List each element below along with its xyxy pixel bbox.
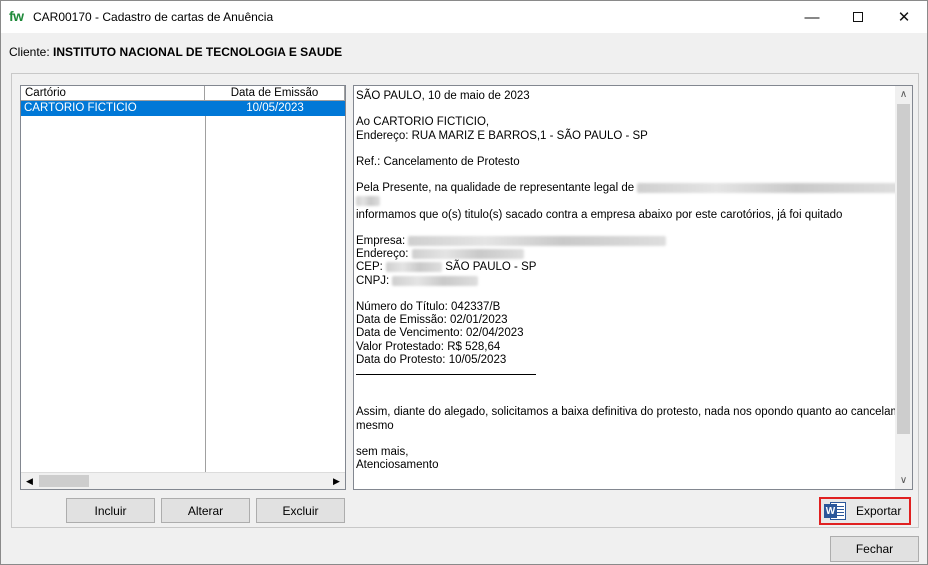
letter-reference: Ref.: Cancelamento de Protesto <box>356 155 520 168</box>
letter-presente-continued <box>356 196 896 209</box>
client-label: Cliente: <box>9 45 50 59</box>
word-icon: W <box>824 502 846 520</box>
close-button[interactable]: ✕ <box>881 1 927 33</box>
minimize-icon: — <box>804 8 820 26</box>
letter-endereco: Endereço: <box>356 248 896 261</box>
endereco-label: Endereço: <box>356 248 409 261</box>
letter-empresa: Empresa: <box>356 235 896 248</box>
letter-body: SÃO PAULO, 10 de maio de 2023 Ao CARTORI… <box>356 90 913 472</box>
app-logo-icon: fw <box>9 8 24 24</box>
letter-data-vencimento: Data de Vencimento: 02/04/2023 <box>356 327 524 340</box>
separator-line <box>356 367 536 375</box>
client-info: Cliente: INSTITUTO NACIONAL DE TECNOLOGI… <box>9 45 342 59</box>
client-name: INSTITUTO NACIONAL DE TECNOLOGIA E SAUDE <box>53 45 343 59</box>
cell-data-emissao: 10/05/2023 <box>246 102 304 114</box>
redacted-endereco <box>411 249 524 260</box>
exportar-label: Exportar <box>856 504 902 518</box>
letter-textarea[interactable]: SÃO PAULO, 10 de maio de 2023 Ao CARTORI… <box>353 85 913 490</box>
scroll-left-button[interactable]: ◀ <box>21 473 38 489</box>
maximize-button[interactable] <box>835 1 881 33</box>
fechar-button[interactable]: Fechar <box>830 536 919 562</box>
letter-valor-protestado: Valor Protestado: R$ 528,64 <box>356 340 501 353</box>
cep-label: CEP: <box>356 261 383 274</box>
column-header-cartorio[interactable]: Cartório <box>21 86 205 101</box>
close-icon: ✕ <box>897 9 911 26</box>
empresa-label: Empresa: <box>356 235 406 248</box>
letter-recipient-address: Endereço: RUA MARIZ E BARROS,1 - SÃO PAU… <box>356 129 648 142</box>
cep-city: SÃO PAULO - SP <box>445 261 537 274</box>
title-bar: fw CAR00170 - Cadastro de cartas de Anuê… <box>1 1 927 33</box>
redacted-empresa <box>408 236 667 247</box>
column-header-data-emissao[interactable]: Data de Emissão <box>205 86 345 101</box>
letter-presente-line: Pela Presente, na qualidade de represent… <box>356 182 903 195</box>
letter-presente-text: Pela Presente, na qualidade de represent… <box>356 182 635 195</box>
redacted-cep <box>386 262 443 273</box>
letter-assim: Assim, diante do alegado, solicitamos a … <box>356 406 913 419</box>
letter-data-emissao: Data de Emissão: 02/01/2023 <box>356 314 508 327</box>
column-divider <box>205 116 206 472</box>
horizontal-scrollbar[interactable]: ◀ ▶ <box>21 472 345 489</box>
scroll-down-button[interactable]: ∨ <box>895 472 912 489</box>
letter-sem-mais: sem mais, <box>356 445 409 458</box>
letter-informamos: informamos que o(s) titulo(s) sacado con… <box>356 208 843 221</box>
redacted-cnpj <box>392 275 479 286</box>
letter-cep: CEP: SÃO PAULO - SP <box>356 261 896 274</box>
chevron-down-icon: ∨ <box>899 475 908 486</box>
maximize-icon <box>853 12 863 22</box>
scroll-right-button[interactable]: ▶ <box>328 473 345 489</box>
cartorio-list[interactable]: Cartório Data de Emissão CARTORIO FICTIC… <box>20 85 346 490</box>
alterar-button[interactable]: Alterar <box>161 498 250 523</box>
minimize-button[interactable]: — <box>789 1 835 33</box>
letter-date-line: SÃO PAULO, 10 de maio de 2023 <box>356 90 530 102</box>
scroll-thumb[interactable] <box>39 475 89 487</box>
scroll-thumb[interactable] <box>897 104 910 434</box>
letter-data-protesto: Data do Protesto: 10/05/2023 <box>356 353 507 366</box>
letter-recipient: Ao CARTORIO FICTICIO, <box>356 116 490 129</box>
list-header: Cartório Data de Emissão <box>21 86 345 101</box>
main-window: fw CAR00170 - Cadastro de cartas de Anuê… <box>0 0 928 565</box>
redacted-legal-name <box>637 183 903 194</box>
letter-atenciosamente: Atenciosamento <box>356 459 439 472</box>
cnpj-label: CNPJ: <box>356 274 390 287</box>
incluir-button[interactable]: Incluir <box>66 498 155 523</box>
letter-cnpj: CNPJ: <box>356 275 896 288</box>
excluir-button[interactable]: Excluir <box>256 498 345 523</box>
exportar-button[interactable]: W Exportar <box>819 497 911 525</box>
cell-cartorio: CARTORIO FICTICIO <box>24 102 137 114</box>
scroll-up-button[interactable]: ∧ <box>895 86 912 103</box>
window-title: CAR00170 - Cadastro de cartas de Anuênci… <box>33 10 274 24</box>
letter-mesmo: mesmo <box>356 419 394 432</box>
arrow-left-icon: ◀ <box>26 475 33 486</box>
chevron-up-icon: ∧ <box>899 89 908 100</box>
letter-numero-titulo: Número do Título: 042337/B <box>356 301 501 313</box>
redacted-legal-name-cont <box>356 196 380 207</box>
table-row[interactable]: CARTORIO FICTICIO 10/05/2023 <box>21 101 345 116</box>
vertical-scrollbar[interactable]: ∧ ∨ <box>895 86 912 489</box>
arrow-right-icon: ▶ <box>333 475 340 486</box>
